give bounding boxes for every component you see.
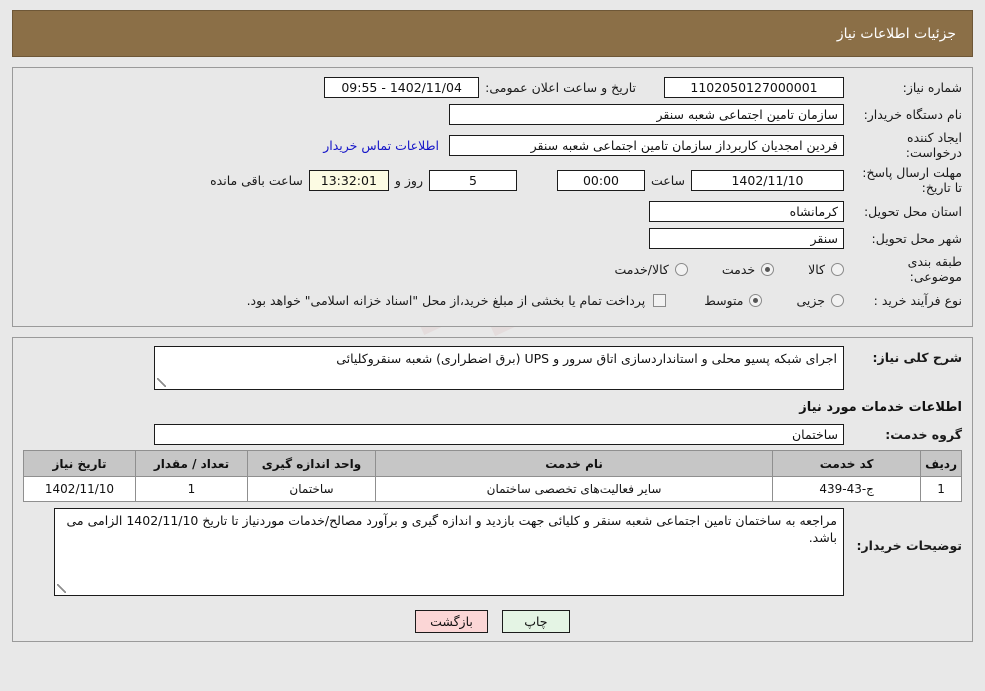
row-need-number: شماره نیاز: 1102050127000001 تاریخ و ساع… [23,76,962,98]
row-process-type: نوع فرآیند خرید : جزیی متوسط پرداخت تمام… [23,289,962,311]
requester-value: فردین امجدیان کاربرداز سازمان تامین اجتم… [449,134,844,156]
countdown-value: 13:32:01 [308,169,389,191]
remaining-days-label: روز و [394,172,423,188]
page-title: جزئیات اطلاعات نیاز [836,25,956,42]
need-info-panel: شماره نیاز: 1102050127000001 تاریخ و ساع… [12,67,973,327]
deadline-date-value: 1402/11/10 [691,169,844,191]
category-option-kala[interactable]: کالا [808,262,844,277]
summary-textarea[interactable]: اجرای شبکه پسیو محلی و استانداردسازی اتا… [154,346,844,390]
col-quantity: تعداد / مقدار [135,450,248,477]
category-option-khedmat[interactable]: خدمت [721,261,775,277]
treasury-text: پرداخت تمام یا بخشی از مبلغ خرید،از محل … [246,292,646,308]
category-option-label: خدمت [721,261,756,277]
cell-service-code: ج-43-439 [772,476,922,502]
cell-quantity: 1 [135,476,248,502]
col-service-name: نام خدمت [374,450,774,477]
category-option-label: کالا [808,261,825,277]
cell-need-date: 1402/11/10 [23,476,136,502]
need-number-label: شماره نیاز: [902,79,962,95]
requester-label: ایجاد کننده درخواست: [905,130,962,160]
row-category: طبقه بندی موضوعی: کالا خدمت کالا/خدمت [23,254,962,284]
treasury-checkbox-row[interactable]: پرداخت تمام یا بخشی از مبلغ خرید،از محل … [247,293,667,308]
process-radio-group: جزیی متوسط [670,293,844,308]
radio-icon[interactable] [674,262,688,276]
row-buyer-org: نام دستگاه خریدار: سازمان تامین اجتماعی … [23,103,962,125]
buyer-notes-label: توضیحات خریدار: [856,538,962,553]
table-header-row: ردیف کد خدمت نام خدمت واحد اندازه گیری ت… [23,450,962,477]
deadline-label: مهلت ارسال پاسخ: تا تاریخ: [862,165,962,195]
service-group-value: ساختمان [154,423,844,445]
category-option-kala-khedmat[interactable]: کالا/خدمت [614,261,688,277]
row-buyer-notes: توضیحات خریدار: مراجعه به ساختمان تامین … [23,508,962,596]
category-label: طبقه بندی موضوعی: [907,254,962,284]
col-service-code: کد خدمت [772,450,922,477]
row-deadline: مهلت ارسال پاسخ: تا تاریخ: 1402/11/10 سا… [23,165,962,195]
province-value: کرمانشاه [649,200,844,222]
radio-icon-selected[interactable] [749,293,763,307]
city-label: شهر محل تحویل: [871,230,962,246]
need-details-panel: شرح کلی نیاز: اجرای شبکه پسیو محلی و است… [12,337,973,642]
services-section-title: اطلاعات خدمات مورد نیاز [799,400,962,415]
row-city: شهر محل تحویل: سنقر [23,227,962,249]
radio-icon[interactable] [831,293,844,307]
radio-icon-selected[interactable] [761,262,775,276]
row-requester: ایجاد کننده درخواست: فردین امجدیان کاربر… [23,130,962,160]
city-value: سنقر [649,227,844,249]
announce-datetime-label: تاریخ و ساعت اعلان عمومی: [485,79,636,95]
page-root: جزئیات اطلاعات نیاز شماره نیاز: 11020501… [0,10,985,691]
row-province: استان محل تحویل: کرمانشاه [23,200,962,222]
process-option-motevaset[interactable]: متوسط [704,292,763,308]
buyer-org-value: سازمان تامین اجتماعی شعبه سنقر [449,103,844,125]
back-button[interactable]: بازگشت [415,610,488,633]
buyer-org-label: نام دستگاه خریدار: [863,106,962,122]
row-service-group: گروه خدمت: ساختمان [23,423,962,445]
page-header: جزئیات اطلاعات نیاز [12,10,973,57]
services-table: ردیف کد خدمت نام خدمت واحد اندازه گیری ت… [23,450,962,502]
countdown-label: ساعت باقی مانده [210,172,303,188]
cell-radif: 1 [920,476,962,502]
col-unit: واحد اندازه گیری [247,450,376,477]
process-option-jozii[interactable]: جزیی [796,293,844,308]
category-option-label: کالا/خدمت [614,261,669,277]
province-label: استان محل تحویل: [863,203,962,219]
process-option-label: جزیی [796,292,825,308]
cell-unit: ساختمان [247,476,376,502]
print-button[interactable]: چاپ [501,610,570,633]
buyer-contact-link[interactable]: اطلاعات تماس خریدار [323,138,449,153]
col-need-date: تاریخ نیاز [23,450,136,477]
hour-label: ساعت [650,172,685,188]
footer-actions: چاپ بازگشت [23,610,962,633]
remaining-days-value: 5 [428,169,517,191]
row-summary: شرح کلی نیاز: اجرای شبکه پسیو محلی و است… [23,346,962,390]
service-group-label: گروه خدمت: [885,426,962,442]
category-radio-group: کالا خدمت کالا/خدمت [580,262,844,277]
need-number-value: 1102050127000001 [664,76,844,98]
buyer-notes-textarea[interactable]: مراجعه به ساختمان تامین اجتماعی شعبه سنق… [54,508,844,596]
deadline-time-value: 00:00 [556,169,645,191]
process-label: نوع فرآیند خرید : [873,292,962,308]
summary-label: شرح کلی نیاز: [872,350,962,365]
col-radif: ردیف [920,450,962,477]
cell-service-name: سایر فعالیت‌های تخصصی ساختمان [374,476,774,502]
announce-datetime-value: 1402/11/04 - 09:55 [324,76,480,98]
checkbox-icon[interactable] [653,293,667,307]
process-option-label: متوسط [704,292,744,308]
radio-icon[interactable] [831,262,844,276]
table-row: 1 ج-43-439 سایر فعالیت‌های تخصصی ساختمان… [23,476,962,502]
